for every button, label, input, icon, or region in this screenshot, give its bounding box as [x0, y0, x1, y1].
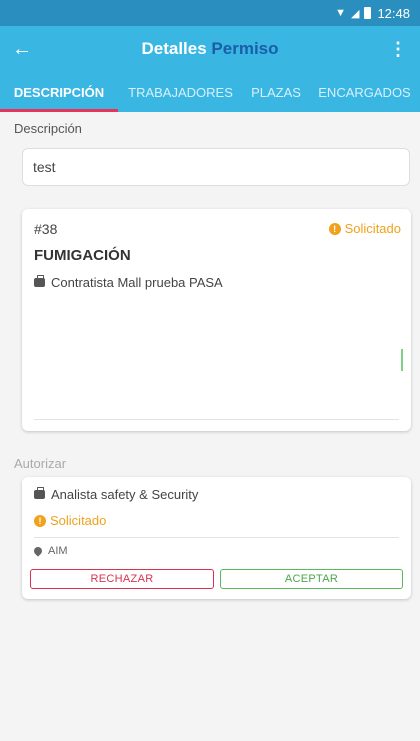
accept-button[interactable]: ACEPTAR: [220, 569, 403, 589]
tab-descripcion[interactable]: DESCRIPCIÓN: [0, 72, 118, 112]
location-pin-icon: [32, 545, 44, 557]
scrollbar[interactable]: [401, 349, 403, 371]
permit-status: ! Solicitado: [328, 221, 401, 236]
battery-icon: [364, 7, 372, 19]
contractor-row: Contratista Mall prueba PASA: [34, 275, 223, 290]
permit-title: FUMIGACIÓN: [34, 247, 131, 264]
contractor-name: Contratista Mall prueba PASA: [51, 275, 223, 290]
description-field[interactable]: test: [22, 148, 410, 186]
tab-bar: DESCRIPCIÓN TRABAJADORES PLAZAS ENCARGAD…: [0, 72, 420, 112]
permit-card: #38 ! Solicitado FUMIGACIÓN Contratista …: [22, 209, 411, 431]
authorize-status: ! Solicitado: [34, 513, 106, 528]
title-part-2: Permiso: [211, 39, 279, 58]
status-time: 12:48: [377, 5, 410, 21]
tab-trabajadores[interactable]: TRABAJADORES: [118, 72, 243, 112]
more-vert-icon[interactable]: ⋮: [380, 26, 416, 72]
tab-encargados[interactable]: ENCARGADOS: [309, 72, 420, 112]
back-arrow-icon[interactable]: ←: [0, 26, 44, 72]
wifi-icon: ▼: [335, 7, 346, 19]
tab-plazas[interactable]: PLAZAS: [243, 72, 309, 112]
location-row: AIM: [32, 545, 68, 557]
location-name: AIM: [48, 545, 68, 557]
description-label: Descripción: [14, 121, 82, 136]
alert-icon: !: [328, 222, 341, 235]
briefcase-icon: [34, 487, 45, 499]
page-title: Detalles Permiso: [0, 39, 420, 59]
reject-button[interactable]: RECHAZAR: [30, 569, 214, 589]
authorize-label: Autorizar: [14, 456, 67, 471]
authorize-status-text: Solicitado: [50, 513, 107, 528]
authorize-card: Analista safety & Security ! Solicitado …: [22, 477, 411, 599]
signal-icon: ◢: [350, 7, 360, 20]
title-part-1: Detalles: [141, 39, 207, 58]
role-row: Analista safety & Security: [34, 487, 198, 502]
alert-icon: !: [34, 514, 46, 527]
app-bar: ← Detalles Permiso ⋮: [0, 26, 420, 72]
divider: [34, 419, 399, 420]
briefcase-icon: [34, 275, 45, 287]
role-name: Analista safety & Security: [51, 487, 199, 502]
status-bar: ▼ ◢ 12:48: [0, 0, 420, 26]
permit-number: #38: [34, 221, 58, 237]
permit-status-text: Solicitado: [344, 221, 401, 236]
divider: [34, 537, 399, 538]
